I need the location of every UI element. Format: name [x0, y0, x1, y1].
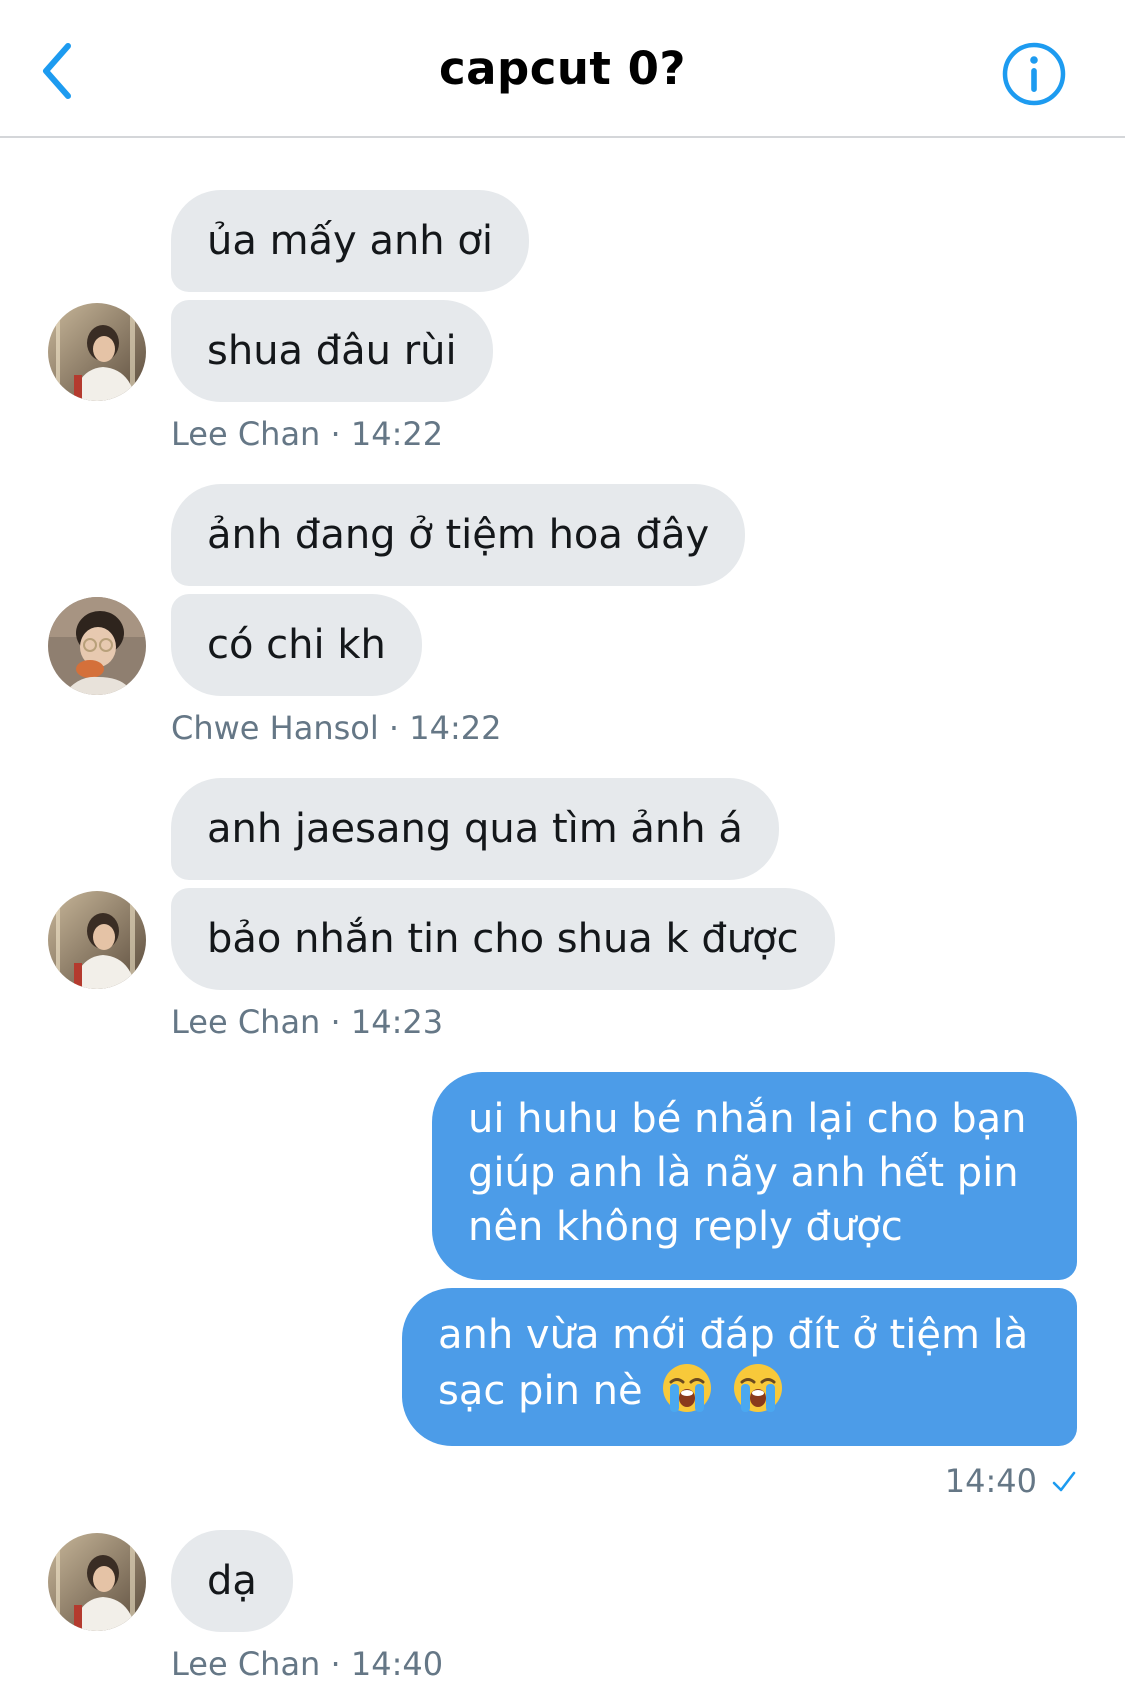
dm-conversation-screen: capcut 0? ủa mấy anh ơi shua đâu rùi Lee…	[0, 0, 1125, 1693]
message-bubble[interactable]: shua đâu rùi	[171, 300, 493, 402]
message-meta: Lee Chan · 14:23	[171, 1003, 444, 1041]
loudly-crying-face-icon	[663, 1364, 712, 1412]
avatar-lee-chan[interactable]	[48, 1533, 146, 1631]
message-meta: Chwe Hansol · 14:22	[171, 709, 502, 747]
message-time: 14:40	[944, 1462, 1037, 1500]
sent-check-icon	[1052, 1471, 1076, 1492]
message-bubble[interactable]: có chi kh	[171, 594, 422, 696]
message-bubble[interactable]: ảnh đang ở tiệm hoa đây	[171, 484, 746, 586]
message-meta: Lee Chan · 14:22	[171, 415, 444, 453]
conversation-header: capcut 0?	[0, 0, 1125, 138]
conversation-title: capcut 0?	[438, 42, 687, 95]
message-meta-outgoing: 14:40	[945, 1462, 1077, 1500]
message-bubble-outgoing[interactable]: anh vừa mới đáp đít ở tiệm là sạc pin nè	[402, 1288, 1077, 1446]
message-bubble[interactable]: ủa mấy anh ơi	[171, 190, 529, 292]
message-bubble[interactable]: dạ	[171, 1530, 293, 1632]
message-bubble-outgoing[interactable]: ui huhu bé nhắn lại cho bạn giúp anh là …	[432, 1072, 1077, 1280]
message-bubble[interactable]: anh jaesang qua tìm ảnh á	[171, 778, 779, 880]
avatar-chwe-hansol[interactable]	[48, 597, 146, 695]
avatar-lee-chan[interactable]	[48, 303, 146, 401]
avatar-lee-chan[interactable]	[48, 891, 146, 989]
info-icon[interactable]	[1000, 40, 1068, 108]
loudly-crying-face-icon	[734, 1364, 783, 1412]
message-meta: Lee Chan · 14:40	[171, 1645, 444, 1683]
message-bubble[interactable]: bảo nhắn tin cho shua k được	[171, 888, 835, 990]
